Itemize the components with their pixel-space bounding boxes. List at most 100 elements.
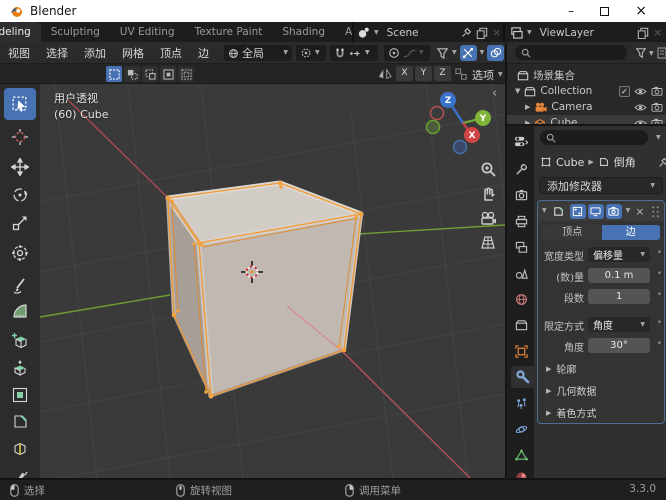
overlays-toggle[interactable] (487, 45, 505, 61)
animate-dot-icon[interactable]: • (657, 339, 662, 349)
tool-loop-cut[interactable] (4, 436, 36, 462)
animate-dot-icon[interactable]: • (657, 290, 662, 300)
properties-search-input[interactable] (540, 130, 648, 145)
new-viewlayer-icon[interactable] (637, 27, 649, 39)
menu-mesh[interactable]: 网格 (114, 45, 152, 61)
tab-object-data[interactable] (510, 444, 533, 466)
render-display-toggle[interactable] (605, 203, 622, 219)
proportional-edit-icon[interactable] (388, 47, 400, 59)
toggle-ortho-button[interactable] (477, 231, 499, 253)
snap-group[interactable]: ▼ (330, 45, 378, 61)
scene-selector[interactable]: ▼ Scene × (357, 24, 501, 41)
visibility-filter-icon[interactable] (436, 47, 449, 60)
affect-edges-tab[interactable]: 边 (601, 225, 660, 240)
add-modifier-button[interactable]: 添加修改器 ▼ (539, 177, 663, 194)
tool-inset-faces[interactable] (4, 382, 36, 408)
menu-select[interactable]: 选择 (38, 45, 76, 61)
segments-field[interactable]: 1 (588, 289, 650, 304)
tab-world[interactable] (510, 288, 533, 310)
outliner-row-camera[interactable]: ▶ Camera (507, 99, 666, 115)
tool-measure[interactable] (4, 298, 36, 324)
tool-extrude-region[interactable] (4, 356, 36, 382)
unlink-scene-icon[interactable]: × (492, 27, 501, 39)
zoom-view-button[interactable] (477, 158, 499, 180)
limit-method-dropdown[interactable]: 角度 ▼ (588, 317, 650, 332)
tool-scale[interactable] (4, 210, 36, 236)
camera-restrict-icon[interactable] (651, 86, 663, 96)
tab-object[interactable] (510, 340, 533, 362)
expand-icon[interactable]: ▼ (542, 208, 547, 214)
filter-icon[interactable] (635, 47, 647, 59)
viewport-3d[interactable]: 用户透视 (60) Cube Z Y X ‹ (40, 84, 505, 478)
tab-material[interactable] (510, 466, 533, 478)
transform-orientation-dropdown[interactable]: 全局 ▼ (224, 45, 292, 61)
mirror-z-button[interactable]: Z (434, 66, 451, 81)
minimize-button[interactable]: – (568, 4, 574, 18)
section-shading[interactable]: ▶ 着色方式 (546, 405, 662, 421)
modifier-extras-icon[interactable]: ▼ (626, 208, 631, 214)
proportional-edit-group[interactable]: ▼ (384, 45, 430, 61)
menu-view[interactable]: 视图 (0, 45, 38, 61)
animate-dot-icon[interactable]: • (657, 318, 662, 328)
camera-view-button[interactable] (477, 207, 499, 229)
tool-annotate[interactable] (4, 272, 36, 298)
maximize-button[interactable] (600, 6, 610, 16)
width-type-dropdown[interactable]: 偏移量 ▼ (588, 247, 650, 262)
outliner-row-collection[interactable]: ▼ Collection ✓ (507, 83, 666, 99)
outliner-row-scene-collection[interactable]: 场景集合 (507, 67, 666, 83)
pivot-point-dropdown[interactable]: ▼ (296, 45, 326, 61)
expand-icon[interactable]: ▼ (515, 87, 520, 95)
tab-modeling[interactable]: Modeling (0, 22, 41, 42)
tab-collection[interactable] (510, 314, 533, 336)
tool-move[interactable] (4, 154, 36, 180)
select-mode-new[interactable] (106, 66, 122, 82)
tab-sculpting[interactable]: Sculpting (41, 22, 110, 42)
select-mode-intersect[interactable] (178, 66, 194, 82)
editor-type-selector[interactable] (510, 130, 533, 152)
tab-shading[interactable]: Shading (272, 22, 335, 42)
tab-modifiers[interactable] (511, 366, 534, 388)
affect-vertices-tab[interactable]: 顶点 (543, 225, 602, 240)
snap-symmetry-icon[interactable] (455, 68, 468, 81)
animate-dot-icon[interactable]: • (657, 248, 662, 258)
animate-dot-icon[interactable]: • (657, 269, 662, 279)
delete-modifier-icon[interactable]: × (635, 205, 644, 218)
tab-render[interactable] (510, 184, 533, 206)
amount-field[interactable]: 0.1 m (588, 268, 650, 283)
tool-cursor[interactable] (4, 124, 36, 150)
tab-output[interactable] (510, 210, 533, 232)
expand-icon[interactable]: ▶ (525, 103, 530, 111)
breadcrumb-object[interactable]: Cube (556, 156, 584, 169)
tab-uv-editing[interactable]: UV Editing (110, 22, 185, 42)
tab-physics[interactable] (510, 418, 533, 440)
tab-tool[interactable] (510, 158, 533, 180)
tab-view-layer[interactable] (510, 236, 533, 258)
collapse-sidebar-arrow[interactable]: ‹ (492, 86, 497, 101)
checkbox-icon[interactable]: ✓ (619, 85, 630, 97)
menu-edge[interactable]: 边 (190, 45, 217, 61)
tool-rotate[interactable] (4, 182, 36, 208)
viewlayer-selector[interactable]: ▼ ViewLayer × (510, 24, 662, 41)
menu-vertex[interactable]: 顶点 (152, 45, 190, 61)
tab-animation[interactable]: Animation (335, 22, 353, 42)
breadcrumb-modifier[interactable]: 倒角 (614, 154, 636, 170)
tool-transform[interactable] (4, 240, 36, 266)
realtime-display-toggle[interactable] (587, 203, 604, 219)
tab-scene[interactable] (510, 262, 533, 284)
section-profile[interactable]: ▶ 轮廓 (546, 361, 662, 377)
eye-icon[interactable] (634, 87, 647, 96)
select-mode-extend[interactable] (124, 66, 140, 82)
pan-view-button[interactable] (477, 183, 499, 205)
camera-restrict-icon[interactable] (651, 102, 663, 112)
tab-particles[interactable] (510, 392, 533, 414)
remove-viewlayer-icon[interactable]: × (653, 27, 662, 39)
menu-add[interactable]: 添加 (76, 45, 114, 61)
select-mode-invert[interactable] (160, 66, 176, 82)
close-button[interactable]: × (635, 3, 647, 19)
outliner-search-input[interactable] (515, 45, 627, 60)
pin-icon[interactable] (658, 157, 666, 168)
tool-add-cube[interactable] (4, 328, 36, 354)
pin-icon[interactable] (461, 27, 472, 38)
new-scene-icon[interactable] (476, 27, 488, 39)
tool-select-box[interactable] (4, 88, 36, 120)
